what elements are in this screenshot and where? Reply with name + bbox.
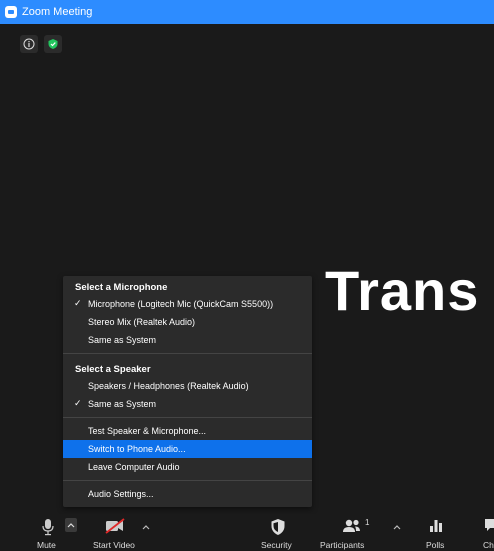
audio-options-menu: Select a Microphone Microphone (Logitech…	[63, 276, 312, 507]
security-button[interactable]: Security	[258, 514, 298, 551]
participants-count: 1	[365, 518, 370, 527]
zoom-app-icon	[5, 6, 17, 18]
microphone-option-stereo-mix[interactable]: Stereo Mix (Realtek Audio)	[63, 313, 312, 331]
participants-options-chevron-icon[interactable]	[393, 524, 401, 530]
video-options-chevron-icon[interactable]	[142, 524, 150, 530]
video-camera-off-icon	[105, 518, 125, 534]
microphone-section-header: Select a Microphone	[75, 282, 168, 293]
chat-bubble-icon	[485, 519, 494, 531]
audio-options-caret[interactable]	[65, 518, 77, 532]
window-title: Zoom Meeting	[22, 6, 93, 18]
menu-divider	[63, 480, 312, 481]
speaker-option-same-as-system[interactable]: Same as System	[63, 395, 312, 413]
security-shield-icon	[271, 519, 285, 535]
chat-label: Ch	[483, 540, 494, 550]
start-video-label: Start Video	[93, 540, 135, 550]
participants-button[interactable]: 1 Participants	[318, 514, 382, 551]
menu-divider	[63, 353, 312, 354]
speaker-section-header: Select a Speaker	[75, 364, 151, 375]
audio-settings-item[interactable]: Audio Settings...	[63, 485, 312, 503]
mute-button[interactable]: Mute	[30, 514, 66, 551]
meeting-status-icons	[20, 35, 62, 53]
microphone-option-logitech[interactable]: Microphone (Logitech Mic (QuickCam S5500…	[63, 295, 312, 313]
speaker-option-realtek[interactable]: Speakers / Headphones (Realtek Audio)	[63, 377, 312, 395]
meeting-info-icon[interactable]	[20, 35, 38, 53]
security-label: Security	[261, 540, 292, 550]
window-titlebar: Zoom Meeting	[0, 0, 494, 24]
start-video-button[interactable]: Start Video	[90, 514, 145, 551]
participants-icon	[343, 519, 360, 532]
polls-bar-chart-icon	[430, 520, 442, 532]
leave-computer-audio-item[interactable]: Leave Computer Audio	[63, 458, 312, 476]
polls-label: Polls	[426, 540, 445, 550]
chevron-up-icon	[67, 523, 75, 528]
participants-label: Participants	[320, 540, 365, 550]
shared-screen-text: Trans	[325, 259, 480, 322]
mute-label: Mute	[37, 540, 56, 550]
chat-button[interactable]: Ch	[480, 514, 494, 551]
encryption-shield-icon[interactable]	[44, 35, 62, 53]
microphone-option-same-as-system[interactable]: Same as System	[63, 331, 312, 349]
polls-button[interactable]: Polls	[420, 514, 452, 551]
microphone-icon	[42, 519, 54, 536]
meeting-toolbar: Mute Start Video Security 1 Participants	[0, 514, 494, 551]
switch-to-phone-audio-item[interactable]: Switch to Phone Audio...	[63, 440, 312, 458]
menu-divider	[63, 417, 312, 418]
test-speaker-microphone-item[interactable]: Test Speaker & Microphone...	[63, 422, 312, 440]
